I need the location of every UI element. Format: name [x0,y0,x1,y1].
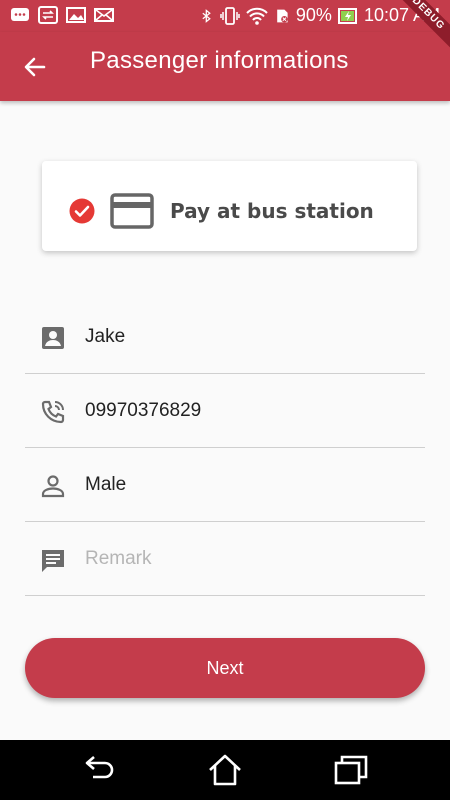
gender-field[interactable]: Male [25,448,425,522]
home-icon[interactable] [207,753,243,787]
battery-charging-icon [337,7,357,24]
switch-icon [38,6,58,24]
app-bar: Passenger informations [0,32,450,101]
page-title: Passenger informations [90,47,349,74]
payment-option-card[interactable]: Pay at bus station [42,161,417,251]
wifi-icon [246,7,268,25]
mail-icon [94,8,114,22]
status-bar: 90% 10:07 AM [0,0,450,32]
recents-icon[interactable] [333,753,369,787]
chat-icon [11,8,29,21]
arrow-left-icon[interactable] [20,52,50,82]
battery-percent: 90% [295,5,332,25]
name-field[interactable]: Jake [25,300,425,374]
name-value: Jake [85,326,126,347]
remark-input[interactable] [85,542,405,576]
system-nav-bar [0,740,450,800]
credit-card-icon [110,193,154,229]
person-outline-icon [41,475,65,498]
bluetooth-icon [202,8,211,23]
phone-in-talk-icon [41,400,65,424]
phone-value: 09970376829 [85,400,202,421]
phone-field[interactable]: 09970376829 [25,374,425,448]
debug-label: DEBUG [390,0,450,56]
gender-value: Male [85,474,127,495]
next-button[interactable]: Next [25,638,425,698]
image-icon [66,7,86,23]
remark-field [25,522,425,596]
sd-card-icon [277,9,288,22]
payment-option-label: Pay at bus station [170,199,374,223]
vibrate-icon [220,6,240,25]
back-nav-icon[interactable] [81,753,117,787]
debug-banner: DEBUG [390,0,450,60]
status-notification-icons [10,6,114,24]
comment-icon [42,550,64,572]
check-circle-icon [69,198,95,224]
contact-card-icon [42,327,64,349]
